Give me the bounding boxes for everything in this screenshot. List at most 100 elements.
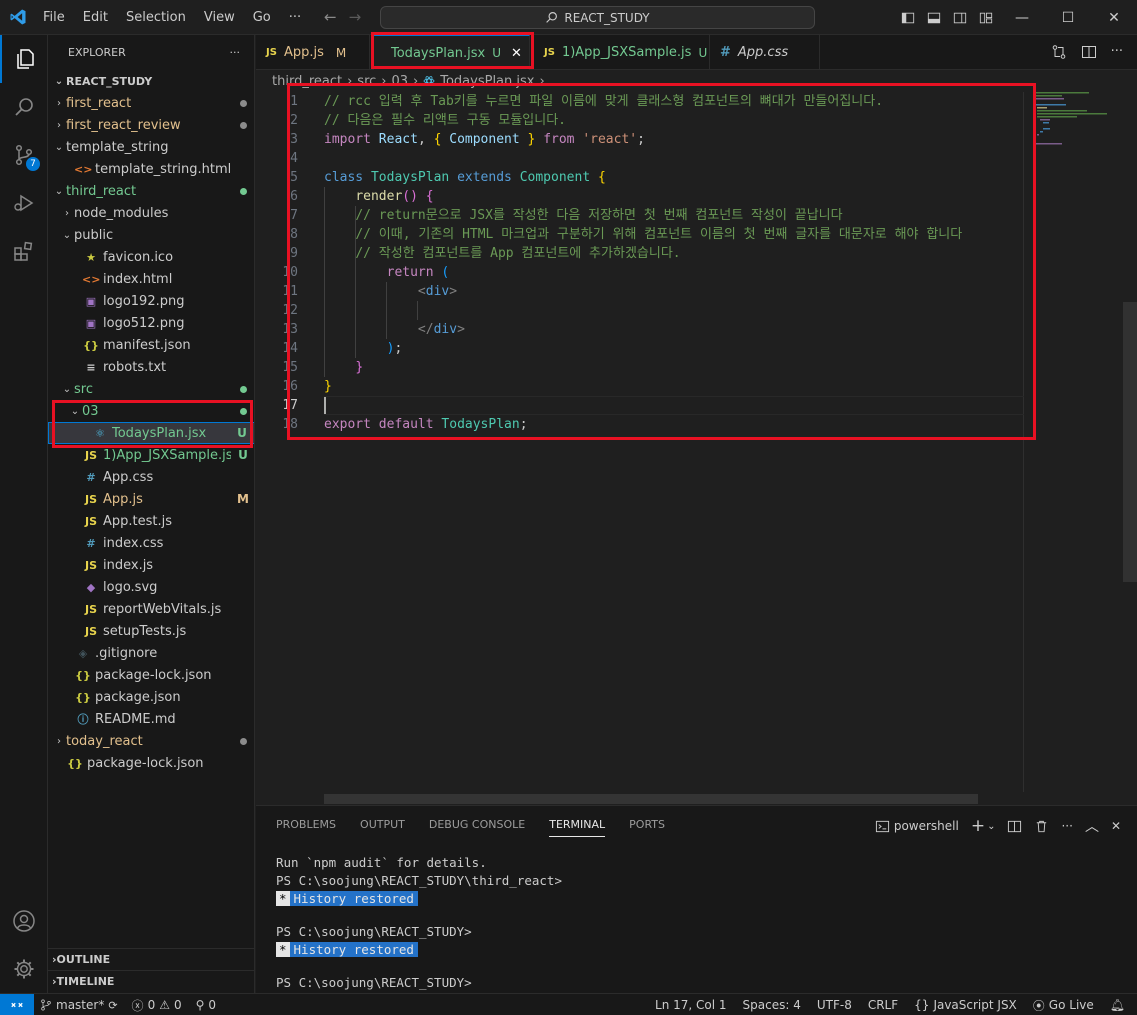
tree-item[interactable]: › today_react xyxy=(48,730,254,752)
timeline-section[interactable]: › TIMELINE xyxy=(48,970,254,992)
tab-ports[interactable]: PORTS xyxy=(629,806,665,844)
new-terminal-icon[interactable]: + xyxy=(971,816,985,836)
tree-item[interactable]: › first_react_review xyxy=(48,114,254,136)
toggle-secondary-sidebar-icon[interactable] xyxy=(947,0,973,35)
more-actions-icon[interactable]: ··· xyxy=(1111,44,1123,60)
tree-item[interactable]: <> index.html xyxy=(48,268,254,290)
tree-item[interactable]: {} package.json xyxy=(48,686,254,708)
search-activity[interactable] xyxy=(0,83,48,131)
explorer-more-button[interactable]: ··· xyxy=(230,46,241,59)
go-live-button[interactable]: ⦿ Go Live xyxy=(1033,997,1094,1014)
language-mode[interactable]: {} JavaScript JSX xyxy=(914,998,1017,1012)
extensions-activity[interactable] xyxy=(0,227,48,275)
editor-horizontal-scrollbar[interactable] xyxy=(324,794,978,804)
tab-app-css[interactable]: # App.css xyxy=(710,35,820,70)
tree-item[interactable]: ▣ logo512.png xyxy=(48,312,254,334)
tab-app-jsxsample-js[interactable]: JS 1)App_JSXSample.js U xyxy=(534,35,710,70)
editor-vertical-scrollbar[interactable] xyxy=(1123,92,1137,804)
minimap[interactable] xyxy=(1034,92,1124,152)
maximize-button[interactable]: ☐ xyxy=(1045,0,1091,35)
breadcrumb-item[interactable]: ... xyxy=(550,74,562,89)
tree-item[interactable]: # index.css xyxy=(48,532,254,554)
outline-section[interactable]: › OUTLINE xyxy=(48,948,254,970)
tab-debug-console[interactable]: DEBUG CONSOLE xyxy=(429,806,525,844)
tree-item[interactable]: ⓘ README.md xyxy=(48,708,254,730)
menu-go[interactable]: Go xyxy=(244,7,280,29)
notifications-bell-icon[interactable]: 🔔︎ xyxy=(1110,998,1125,1012)
accounts-activity[interactable] xyxy=(0,897,48,945)
close-window-button[interactable]: ✕ xyxy=(1091,0,1137,35)
tree-item[interactable]: JS App.js M xyxy=(48,488,254,510)
cursor-position[interactable]: Ln 17, Col 1 xyxy=(655,998,727,1012)
scrollbar-thumb[interactable] xyxy=(1123,302,1137,582)
split-terminal-icon[interactable] xyxy=(1007,819,1022,834)
ports-indicator[interactable]: ⚲ 0 xyxy=(196,998,216,1012)
tree-item[interactable]: # App.css xyxy=(48,466,254,488)
problems-indicator[interactable]: ⓧ 0 ⚠ 0 xyxy=(132,997,182,1014)
tree-item[interactable]: ⌄ 03 xyxy=(48,400,254,422)
tree-item[interactable]: ⌄ src xyxy=(48,378,254,400)
tree-item[interactable]: {} package-lock.json xyxy=(48,664,254,686)
tree-item[interactable]: ◈ .gitignore xyxy=(48,642,254,664)
maximize-panel-icon[interactable]: ︿ xyxy=(1085,816,1099,836)
more-actions-icon[interactable]: ··· xyxy=(1061,819,1072,833)
chevron-down-icon[interactable]: ⌄ xyxy=(987,821,995,832)
tree-item[interactable]: ⌄ template_string xyxy=(48,136,254,158)
tab-terminal[interactable]: TERMINAL xyxy=(549,813,606,837)
tree-item[interactable]: › node_modules xyxy=(48,202,254,224)
tree-item[interactable]: ▣ logo192.png xyxy=(48,290,254,312)
tree-root-folder[interactable]: ⌄ REACT_STUDY xyxy=(48,70,254,92)
close-panel-icon[interactable]: ✕ xyxy=(1111,819,1121,833)
tab-output[interactable]: OUTPUT xyxy=(360,806,405,844)
breadcrumb-item[interactable]: TodaysPlan.jsx xyxy=(440,74,534,89)
tree-item[interactable]: ≡ robots.txt xyxy=(48,356,254,378)
tree-item[interactable]: ★ favicon.ico xyxy=(48,246,254,268)
code-editor[interactable]: 1 // rcc 입력 후 Tab키를 누르면 파일 이름에 맞게 클래스형 컴포… xyxy=(256,92,1137,804)
menu-file[interactable]: File xyxy=(34,7,74,29)
menu-selection[interactable]: Selection xyxy=(117,7,195,29)
tab-todaysplan-jsx[interactable]: TodaysPlan.jsx U ✕ xyxy=(374,35,530,70)
trash-icon[interactable] xyxy=(1034,819,1049,834)
tab-problems[interactable]: PROBLEMS xyxy=(276,806,336,844)
remote-indicator[interactable] xyxy=(0,994,34,1015)
back-arrow-icon[interactable]: ← xyxy=(324,8,337,26)
close-tab-icon[interactable]: ✕ xyxy=(511,46,522,61)
compare-changes-icon[interactable] xyxy=(1051,44,1067,60)
breadcrumb-item[interactable]: src xyxy=(357,74,376,89)
branch-indicator[interactable]: master* ⟳ xyxy=(40,998,118,1012)
tree-item[interactable]: JS 1)App_JSXSample.js U xyxy=(48,444,254,466)
run-debug-activity[interactable] xyxy=(0,179,48,227)
tree-item[interactable]: {} package-lock.json xyxy=(48,752,254,774)
tree-item[interactable]: JS reportWebVitals.js xyxy=(48,598,254,620)
tree-item[interactable]: ⌄ third_react xyxy=(48,180,254,202)
tree-item[interactable]: ◆ logo.svg xyxy=(48,576,254,598)
toggle-panel-icon[interactable] xyxy=(921,0,947,35)
split-editor-icon[interactable] xyxy=(1081,44,1097,60)
command-center-search[interactable]: REACT_STUDY xyxy=(380,6,815,29)
tree-item[interactable]: › first_react xyxy=(48,92,254,114)
encoding[interactable]: UTF-8 xyxy=(817,998,852,1012)
tree-item[interactable]: ⌄ public xyxy=(48,224,254,246)
breadcrumb-item[interactable]: 03 xyxy=(391,74,408,89)
tree-item[interactable]: <> template_string.html xyxy=(48,158,254,180)
tree-item[interactable]: ⚛ TodaysPlan.jsx U xyxy=(48,422,254,444)
forward-arrow-icon[interactable]: → xyxy=(349,8,362,26)
indentation[interactable]: Spaces: 4 xyxy=(743,998,801,1012)
tree-item[interactable]: JS App.test.js xyxy=(48,510,254,532)
tree-item[interactable]: JS index.js xyxy=(48,554,254,576)
customize-layout-icon[interactable] xyxy=(973,0,999,35)
menu-view[interactable]: View xyxy=(195,7,244,29)
menu-edit[interactable]: Edit xyxy=(74,7,117,29)
end-of-line[interactable]: CRLF xyxy=(868,998,898,1012)
menu-more[interactable]: ··· xyxy=(280,7,310,29)
manage-activity[interactable] xyxy=(0,945,48,993)
minimize-button[interactable]: — xyxy=(999,0,1045,35)
tree-item[interactable]: {} manifest.json xyxy=(48,334,254,356)
source-control-activity[interactable]: 7 xyxy=(0,131,48,179)
tree-item[interactable]: JS setupTests.js xyxy=(48,620,254,642)
explorer-activity[interactable] xyxy=(0,35,48,83)
toggle-primary-sidebar-icon[interactable] xyxy=(895,0,921,35)
breadcrumb-item[interactable]: third_react xyxy=(272,74,342,89)
terminal-shell-name[interactable]: powershell xyxy=(894,819,959,833)
tab-app-js[interactable]: JS App.js M xyxy=(256,35,370,70)
